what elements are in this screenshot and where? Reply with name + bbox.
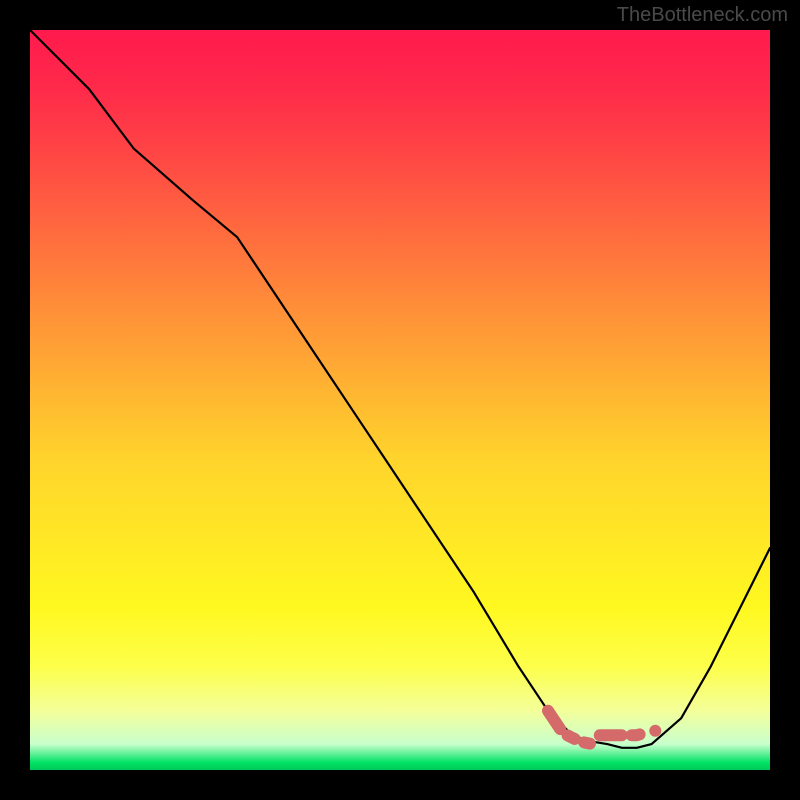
dashed-marker-dot bbox=[649, 725, 661, 737]
chart-svg bbox=[30, 30, 770, 770]
dashed-marker-line bbox=[548, 711, 644, 744]
watermark-text: TheBottleneck.com bbox=[617, 4, 788, 27]
plot-area bbox=[30, 30, 770, 770]
main-curve-line bbox=[30, 30, 770, 748]
dashed-marker-group bbox=[548, 711, 661, 744]
